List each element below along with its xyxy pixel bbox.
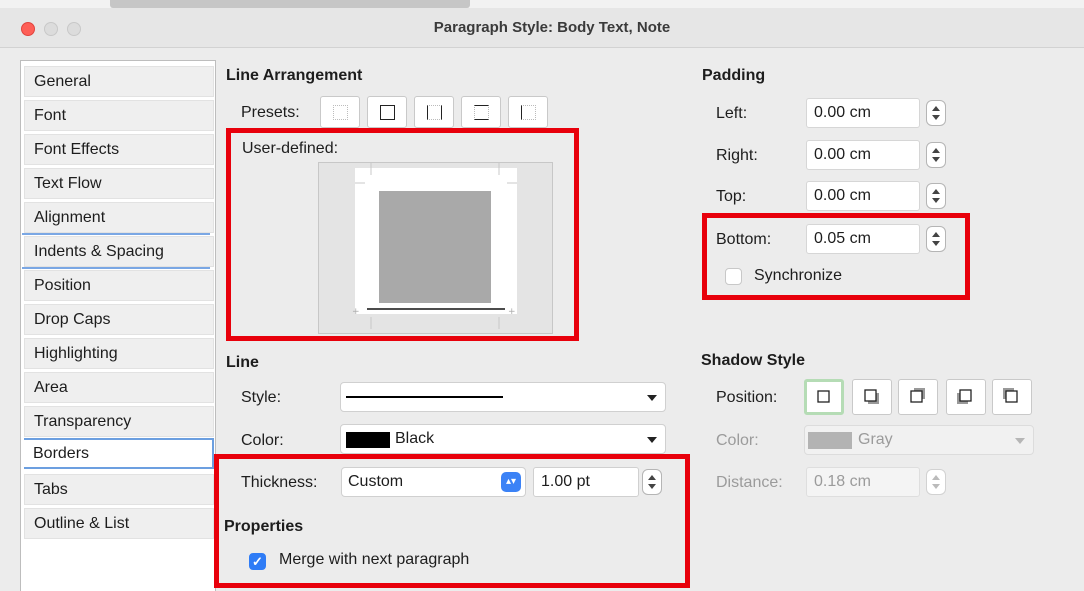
no-shadow-icon	[817, 390, 830, 403]
padding-left-label: Left:	[716, 105, 748, 122]
padding-top-field[interactable]: 0.00 cm	[806, 181, 920, 211]
chevron-down-icon	[647, 437, 657, 443]
background-window-strip	[0, 0, 1084, 8]
line-style-dropdown[interactable]	[340, 382, 666, 412]
shadow-top-left-icon	[1003, 388, 1018, 403]
shadow-distance-label: Distance:	[716, 474, 783, 491]
preset-none-button[interactable]	[320, 96, 360, 128]
tab-transparency[interactable]: Transparency	[24, 406, 214, 437]
shadow-top-left-button[interactable]	[992, 379, 1032, 415]
shadow-position-label: Position:	[716, 389, 778, 406]
shadow-none-button[interactable]	[804, 379, 844, 415]
presets-label: Presets:	[241, 104, 300, 121]
all-borders-icon	[380, 105, 395, 120]
highlight-box-thickness-properties	[214, 454, 690, 588]
padding-right-stepper[interactable]	[926, 142, 946, 168]
shadow-style-heading: Shadow Style	[701, 352, 806, 369]
shadow-top-right-button[interactable]	[898, 379, 938, 415]
preset-top-bottom-button[interactable]	[461, 96, 501, 128]
tab-font[interactable]: Font	[24, 100, 214, 131]
shadow-bottom-left-button[interactable]	[946, 379, 986, 415]
color-swatch-black	[346, 432, 390, 448]
tab-tabs[interactable]: Tabs	[24, 474, 214, 505]
tab-indents-spacing[interactable]: Indents & Spacing	[24, 236, 214, 267]
tab-outline-list[interactable]: Outline & List	[24, 508, 214, 539]
shadow-color-value: Gray	[858, 431, 893, 448]
shadow-color-label: Color:	[716, 432, 759, 449]
padding-heading: Padding	[702, 67, 766, 84]
shadow-top-right-icon	[910, 388, 925, 403]
window-title: Paragraph Style: Body Text, Note	[433, 19, 671, 36]
padding-top-label: Top:	[716, 188, 747, 205]
line-color-dropdown[interactable]: Black	[340, 424, 666, 454]
left-right-borders-icon	[427, 105, 442, 120]
padding-top-stepper[interactable]	[926, 183, 946, 209]
padding-right-label: Right:	[716, 147, 758, 164]
tab-alignment[interactable]: Alignment	[24, 202, 214, 233]
line-arrangement-heading: Line Arrangement	[226, 67, 363, 84]
tab-area[interactable]: Area	[24, 372, 214, 403]
color-label: Color:	[241, 432, 284, 449]
shadow-distance-field[interactable]: 0.18 cm	[806, 467, 920, 497]
tab-font-effects[interactable]: Font Effects	[24, 134, 214, 165]
shadow-distance-stepper[interactable]	[926, 469, 946, 495]
shadow-bottom-right-icon	[864, 389, 879, 404]
left-border-icon	[521, 105, 536, 120]
padding-left-stepper[interactable]	[926, 100, 946, 126]
chevron-down-icon	[1015, 438, 1025, 444]
none-border-icon	[333, 105, 348, 120]
top-bottom-borders-icon	[474, 105, 489, 120]
tab-divider	[22, 267, 210, 269]
tab-general[interactable]: General	[24, 66, 214, 97]
chevron-down-icon	[647, 395, 657, 401]
line-color-value: Black	[395, 430, 435, 447]
tab-borders[interactable]: Borders	[24, 438, 214, 469]
tab-highlighting[interactable]: Highlighting	[24, 338, 214, 369]
shadow-bottom-left-icon	[957, 389, 972, 404]
preset-left-border-button[interactable]	[508, 96, 548, 128]
preset-left-right-button[interactable]	[414, 96, 454, 128]
preset-all-borders-button[interactable]	[367, 96, 407, 128]
tab-drop-caps[interactable]: Drop Caps	[24, 304, 214, 335]
tab-position[interactable]: Position	[24, 270, 214, 301]
line-heading: Line	[226, 354, 259, 371]
style-label: Style:	[241, 389, 282, 406]
highlight-box-user-defined	[226, 128, 579, 341]
color-swatch-gray	[808, 432, 852, 449]
highlight-box-bottom-padding	[702, 213, 970, 300]
shadow-color-dropdown[interactable]: Gray	[804, 425, 1034, 455]
padding-left-field[interactable]: 0.00 cm	[806, 98, 920, 128]
tab-text-flow[interactable]: Text Flow	[24, 168, 214, 199]
tab-divider	[22, 233, 210, 235]
shadow-bottom-right-button[interactable]	[852, 379, 892, 415]
padding-right-field[interactable]: 0.00 cm	[806, 140, 920, 170]
solid-line-icon	[346, 396, 503, 398]
